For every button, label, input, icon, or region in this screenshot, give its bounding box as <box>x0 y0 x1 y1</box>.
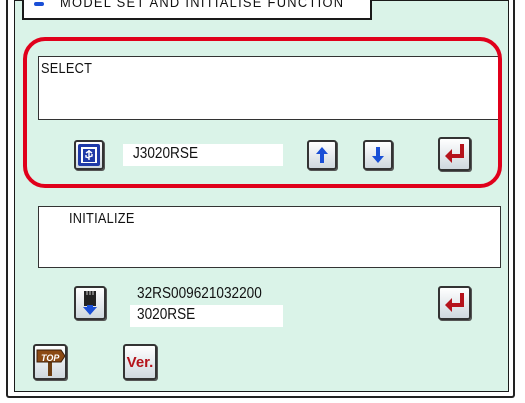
initialize-enter-button[interactable] <box>438 286 471 320</box>
initialize-label: INITIALIZE <box>69 210 135 227</box>
initialize-textbox: INITIALIZE <box>38 206 501 268</box>
top-label: TOP <box>41 353 60 363</box>
selection-highlight <box>23 37 502 188</box>
download-button[interactable] <box>74 286 106 320</box>
top-button[interactable]: TOP <box>33 344 67 380</box>
page-title: MODEL SET AND INITIALISE FUNCTION <box>60 0 345 10</box>
download-icon <box>83 291 97 315</box>
init-model-value: 3020RSE <box>137 306 196 323</box>
title-bar: MODEL SET AND INITIALISE FUNCTION <box>22 0 372 20</box>
enter-icon <box>444 293 464 312</box>
init-model-field: 3020RSE <box>130 305 283 327</box>
version-label: Ver. <box>126 353 154 371</box>
version-button[interactable]: Ver. <box>123 344 157 380</box>
firmware-code: 32RS009621032200 <box>137 285 262 302</box>
title-indicator <box>34 2 44 6</box>
